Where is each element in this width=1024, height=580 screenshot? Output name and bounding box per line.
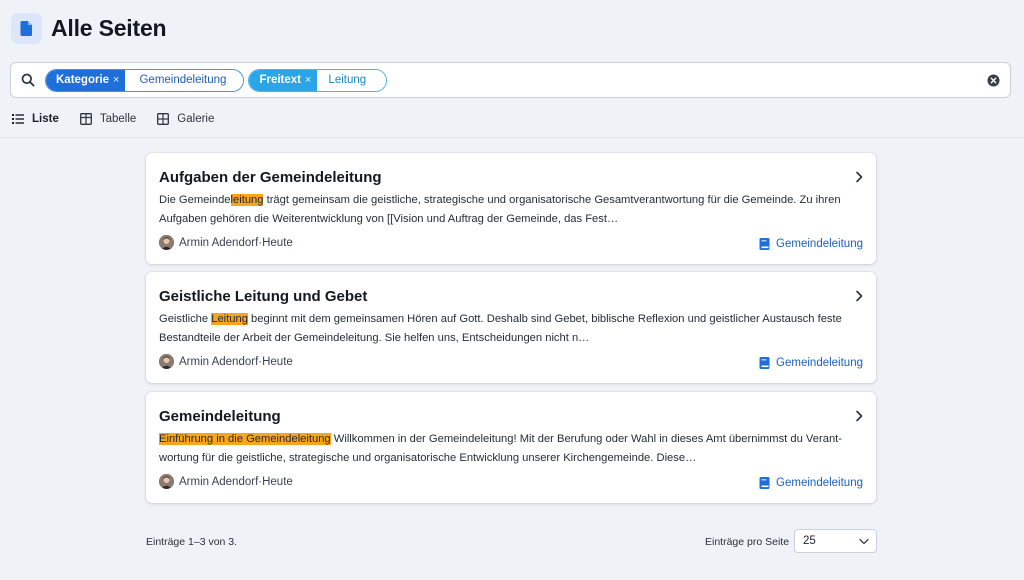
chevron-right-icon[interactable] [854, 290, 864, 302]
author-name[interactable]: Armin Adendorf [179, 237, 258, 249]
view-switcher: Liste Tabelle Galerie [12, 111, 235, 127]
table-icon [79, 113, 92, 125]
filter-key-label: Freitext [259, 74, 301, 86]
view-gallery[interactable]: Galerie [157, 113, 214, 125]
results-count: Einträge 1–3 von 3. [146, 536, 238, 548]
remove-filter-icon[interactable]: × [305, 74, 311, 86]
card-title[interactable]: Aufgaben der Gemeindeleitung [159, 169, 382, 186]
page-title: Alle Seiten [51, 14, 167, 41]
card-excerpt: Geistliche Leitung beginnt mit dem gemei… [159, 310, 859, 348]
card-meta: Armin Adendorf · Heute [159, 354, 293, 369]
chevron-right-icon[interactable] [854, 171, 864, 183]
page-header: Alle Seiten [11, 11, 167, 45]
per-page-select[interactable]: 25 [794, 529, 877, 553]
author-name[interactable]: Armin Adendorf [179, 356, 258, 368]
gallery-icon [157, 113, 170, 125]
search-bar[interactable]: Kategorie × Gemeindeleitung Freitext × L… [10, 62, 1011, 98]
search-highlight: Leitung [211, 313, 248, 325]
view-table[interactable]: Tabelle [79, 113, 137, 125]
author-name[interactable]: Armin Adendorf [179, 476, 258, 488]
book-icon [759, 238, 770, 250]
per-page-value: 25 [803, 535, 816, 547]
filter-value[interactable]: Gemeindeleitung [125, 69, 244, 91]
excerpt-text: beginnt mit dem gemeinsamen Hören auf Go… [159, 313, 842, 344]
result-card[interactable]: Aufgaben der Gemeindeleitung Die Gemeind… [146, 153, 876, 264]
card-meta: Armin Adendorf · Heute [159, 235, 293, 250]
view-list[interactable]: Liste [12, 113, 59, 125]
card-title[interactable]: Gemeindeleitung [159, 408, 281, 425]
updated-date: Heute [262, 475, 293, 488]
result-card[interactable]: Geistliche Leitung und Gebet Geistliche … [146, 272, 876, 383]
category-link[interactable]: Gemeindeleitung [759, 238, 863, 250]
document-icon [11, 12, 42, 44]
filter-key-label: Kategorie [56, 74, 110, 86]
book-icon [759, 357, 770, 369]
filter-chip-kategorie[interactable]: Kategorie × Gemeindeleitung [45, 68, 245, 92]
category-link[interactable]: Gemeindeleitung [759, 357, 863, 369]
category-label: Gemeindeleitung [776, 357, 863, 369]
excerpt-text: Die Gemeinde [159, 194, 231, 206]
avatar [159, 474, 174, 489]
card-excerpt: Einführung in die Gemeindeleitung Willko… [159, 430, 859, 468]
clear-circle-icon[interactable] [987, 74, 1000, 87]
search-icon [21, 73, 35, 87]
chevron-down-icon [859, 538, 869, 545]
category-label: Gemeindeleitung [776, 477, 863, 489]
view-label: Tabelle [99, 113, 137, 125]
updated-date: Heute [262, 355, 293, 368]
remove-filter-icon[interactable]: × [113, 74, 119, 86]
card-meta: Armin Adendorf · Heute [159, 474, 293, 489]
per-page-label: Einträge pro Seite [705, 536, 790, 548]
result-card[interactable]: Gemeindeleitung Einführung in die Gemein… [146, 392, 876, 503]
category-link[interactable]: Gemeindeleitung [759, 477, 863, 489]
search-highlight: Einführung in die Gemeindeleitung [159, 433, 331, 445]
updated-date: Heute [262, 236, 293, 249]
view-label: Galerie [177, 113, 215, 125]
category-label: Gemeindeleitung [776, 238, 863, 250]
divider [0, 137, 1024, 138]
filter-key[interactable]: Kategorie × [46, 69, 126, 91]
avatar [159, 354, 174, 369]
chevron-right-icon[interactable] [854, 410, 864, 422]
avatar [159, 235, 174, 250]
excerpt-text: Geistliche [159, 313, 212, 325]
search-highlight: leitung [230, 194, 264, 206]
filter-key[interactable]: Freitext × [249, 69, 318, 91]
view-label: Liste [32, 113, 59, 125]
filter-chip-freitext[interactable]: Freitext × Leitung [248, 68, 388, 92]
card-excerpt: Die Gemeindeleitung trägt gemeinsam die … [159, 191, 859, 229]
list-icon [12, 113, 24, 125]
filter-value[interactable]: Leitung [317, 69, 387, 91]
book-icon [759, 477, 770, 489]
card-title[interactable]: Geistliche Leitung und Gebet [159, 288, 367, 305]
